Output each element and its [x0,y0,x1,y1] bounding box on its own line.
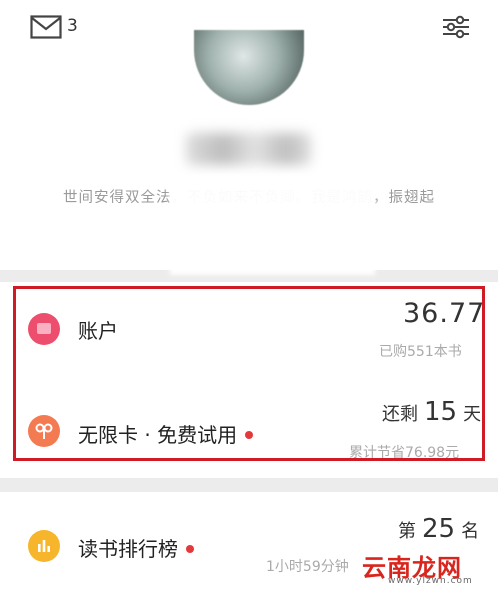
motto-redaction [170,175,375,275]
watermark-url: www.ylzwn.com [388,576,473,586]
settings-sliders-icon[interactable] [442,14,470,40]
ranking-label: 读书排行榜 [78,533,194,562]
new-dot-badge [186,544,194,553]
ranking-text: 读书排行榜 [78,537,178,561]
avatar[interactable] [194,30,304,105]
bar-chart-icon [28,530,60,562]
reading-duration: 1小时59分钟 [266,559,349,575]
mail-icon[interactable] [30,15,62,39]
profile-header: 3 世间安得双全法，不负如来不负卿。我是鸿鹄，振翅起 [0,0,498,275]
site-watermark: 云南龙网 www.ylzwn.com [358,528,490,588]
username-blurred [186,133,311,165]
highlight-frame [13,286,485,461]
mail-count-badge[interactable]: 3 [67,16,78,36]
